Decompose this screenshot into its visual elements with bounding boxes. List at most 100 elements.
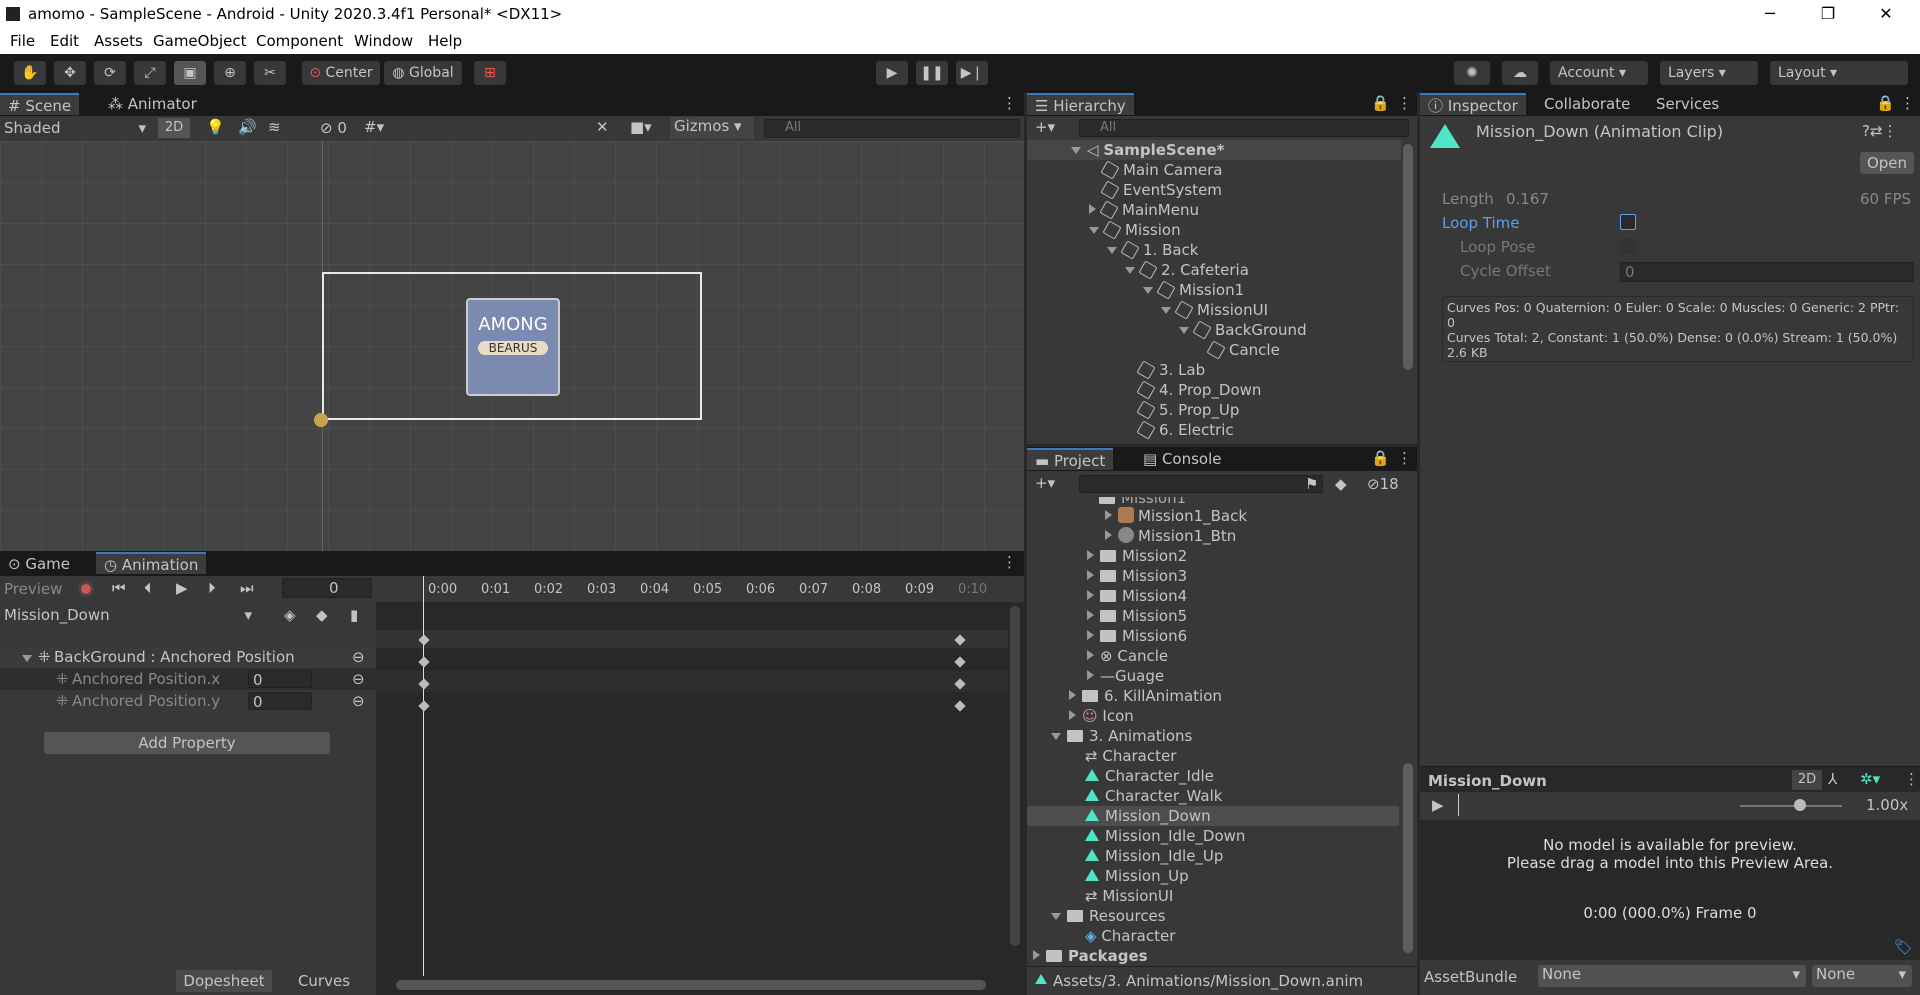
menu-assets[interactable]: Assets (94, 32, 143, 50)
project-item[interactable]: Mission1_Back (1105, 507, 1247, 525)
maximize-button[interactable]: ❐ (1808, 2, 1848, 26)
layers-dropdown[interactable]: Layers ▾ (1660, 61, 1758, 85)
snap-icon[interactable]: ⊞ (474, 61, 506, 85)
open-button[interactable]: Open (1860, 152, 1914, 174)
record-button[interactable] (78, 581, 94, 597)
anchored-x-input[interactable]: 0 (248, 670, 312, 689)
project-item[interactable]: ◈ Character (1085, 927, 1175, 945)
move-tool-icon[interactable]: ✥ (54, 61, 86, 85)
project-item-selected[interactable]: Mission_Down (1027, 806, 1399, 826)
lighting-icon[interactable]: 💡 (206, 118, 225, 136)
hierarchy-item[interactable]: 1. Back (1107, 240, 1199, 260)
hierarchy-item[interactable]: MainMenu (1089, 200, 1199, 220)
scene-row[interactable]: ◁ SampleScene* (1027, 140, 1401, 160)
y-menu-icon[interactable]: ⊖ (352, 692, 365, 710)
avatar-icon[interactable]: ✲▾ (1860, 770, 1880, 788)
project-item[interactable]: Mission_Idle_Down (1085, 827, 1245, 845)
tab-scene[interactable]: # Scene (0, 93, 80, 115)
project-search-input[interactable] (1079, 475, 1323, 493)
project-item[interactable]: Mission1_Btn (1105, 527, 1236, 545)
hierarchy-item[interactable]: EventSystem (1100, 180, 1222, 200)
rotate-tool-icon[interactable]: ⟳ (94, 61, 126, 85)
add-event-icon[interactable]: ◆ (316, 606, 328, 624)
keyframe[interactable] (418, 656, 430, 668)
scale-tool-icon[interactable]: ⤢ (134, 61, 166, 85)
project-item[interactable]: Mission2 (1087, 547, 1187, 565)
project-item[interactable]: Resources (1051, 907, 1166, 925)
menu-file[interactable]: File (10, 32, 35, 50)
minimize-button[interactable]: ─ (1750, 2, 1790, 26)
loop-pose-checkbox[interactable] (1620, 238, 1636, 254)
hierarchy-item[interactable]: 3. Lab (1136, 360, 1205, 380)
mission-image[interactable]: AMONG BEARUS (466, 298, 560, 396)
hierarchy-search-input[interactable]: All (1079, 119, 1409, 137)
project-item[interactable]: ⊗ Cancle (1087, 647, 1168, 665)
dopesheet-area[interactable]: 0:00 0:01 0:02 0:03 0:04 0:05 0:06 0:07 … (376, 576, 1024, 995)
project-create-button[interactable]: +▾ (1035, 474, 1055, 492)
tag-icon[interactable]: 🏷 (1894, 938, 1913, 956)
hierarchy-item[interactable]: Cancle (1206, 340, 1280, 360)
project-item[interactable]: —Guage (1087, 667, 1164, 685)
layout-dropdown[interactable]: Layout ▾ (1770, 61, 1908, 85)
tab-inspector[interactable]: ⓘ Inspector (1420, 93, 1526, 115)
project-item[interactable]: Character_Walk (1085, 787, 1222, 805)
audio-icon[interactable]: 🔊 (238, 118, 257, 136)
keyframe[interactable] (954, 700, 966, 712)
project-item[interactable]: Mission4 (1087, 587, 1187, 605)
menu-edit[interactable]: Edit (50, 32, 79, 50)
next-key-icon[interactable]: ⏵ (208, 579, 216, 597)
tab-hierarchy[interactable]: ☰ Hierarchy (1027, 93, 1134, 115)
frame-input[interactable]: 0 (282, 578, 372, 598)
create-button[interactable]: +▾ (1035, 118, 1055, 136)
project-menu-icon[interactable]: ⋮ (1397, 449, 1412, 467)
hierarchy-item[interactable]: 2. Cafeteria (1125, 260, 1249, 280)
first-key-icon[interactable]: ⏮ (112, 579, 126, 597)
hidden-objects-icon[interactable]: ⊘ 0 (320, 119, 347, 137)
search-by-label-icon[interactable]: ◆ (1335, 475, 1347, 493)
project-item[interactable]: ☺ Icon (1069, 707, 1134, 725)
clip-dropdown[interactable]: Mission_Down ▾ (4, 606, 252, 624)
hierarchy-item[interactable]: Mission (1089, 220, 1181, 240)
effects-icon[interactable]: ≋ (268, 118, 281, 136)
add-keyframe-icon[interactable]: ◈ (284, 606, 296, 624)
event-marker-icon[interactable]: ▮ (350, 606, 358, 624)
anchored-y-input[interactable]: 0 (248, 692, 312, 711)
hierarchy-item[interactable]: 6. Electric (1136, 420, 1234, 440)
last-key-icon[interactable]: ⏭ (240, 579, 254, 597)
keyframe[interactable] (954, 656, 966, 668)
project-item[interactable]: Mission5 (1087, 607, 1187, 625)
menu-help[interactable]: Help (428, 32, 462, 50)
project-item[interactable]: Character_Idle (1085, 767, 1214, 785)
pivot-global-button[interactable]: ◍ Global (384, 61, 462, 85)
hierarchy-scrollbar[interactable] (1403, 144, 1413, 370)
shading-dropdown[interactable]: Shaded ▾ (4, 119, 150, 137)
curves-tab[interactable]: Curves (276, 970, 372, 992)
pause-button[interactable]: ❚❚ (916, 61, 948, 85)
menu-gameobject[interactable]: GameObject (153, 32, 247, 50)
project-item[interactable]: ⇄ MissionUI (1085, 887, 1173, 905)
hierarchy-menu-icon[interactable]: ⋮ (1397, 94, 1412, 112)
assetbundle-variant-dropdown[interactable]: None ▾ (1812, 965, 1912, 987)
camera-icon[interactable]: ■▾ (630, 118, 652, 136)
hierarchy-item[interactable]: BackGround (1179, 320, 1307, 340)
help-icon[interactable]: ?⇄⋮ (1862, 122, 1898, 140)
speed-slider-track[interactable] (1740, 805, 1842, 807)
menu-window[interactable]: Window (354, 32, 413, 50)
keyframe[interactable] (418, 700, 430, 712)
vertical-scrollbar[interactable] (1010, 606, 1020, 946)
project-item-partial[interactable]: Mission1 (1099, 497, 1186, 507)
play-button[interactable]: ▶ (876, 61, 908, 85)
tab-services[interactable]: Services (1648, 93, 1727, 115)
pivot-center-button[interactable]: ⊙ Center (302, 61, 380, 85)
project-item[interactable]: Packages (1033, 947, 1148, 965)
project-item[interactable]: ⇄ Character (1085, 747, 1176, 765)
add-property-button[interactable]: Add Property (44, 732, 330, 754)
project-item[interactable]: Mission6 (1087, 627, 1187, 645)
preview-timeline[interactable] (1458, 794, 1459, 816)
scene-view[interactable]: AMONG BEARUS (0, 141, 1024, 551)
hierarchy-item[interactable]: 5. Prop_Up (1136, 400, 1239, 420)
play-anim-icon[interactable]: ▶ (176, 579, 188, 597)
transform-tool-icon[interactable]: ⊕ (214, 61, 246, 85)
hierarchy-item[interactable]: Mission1 (1143, 280, 1244, 300)
tab-project[interactable]: ▬ Project (1027, 448, 1114, 470)
